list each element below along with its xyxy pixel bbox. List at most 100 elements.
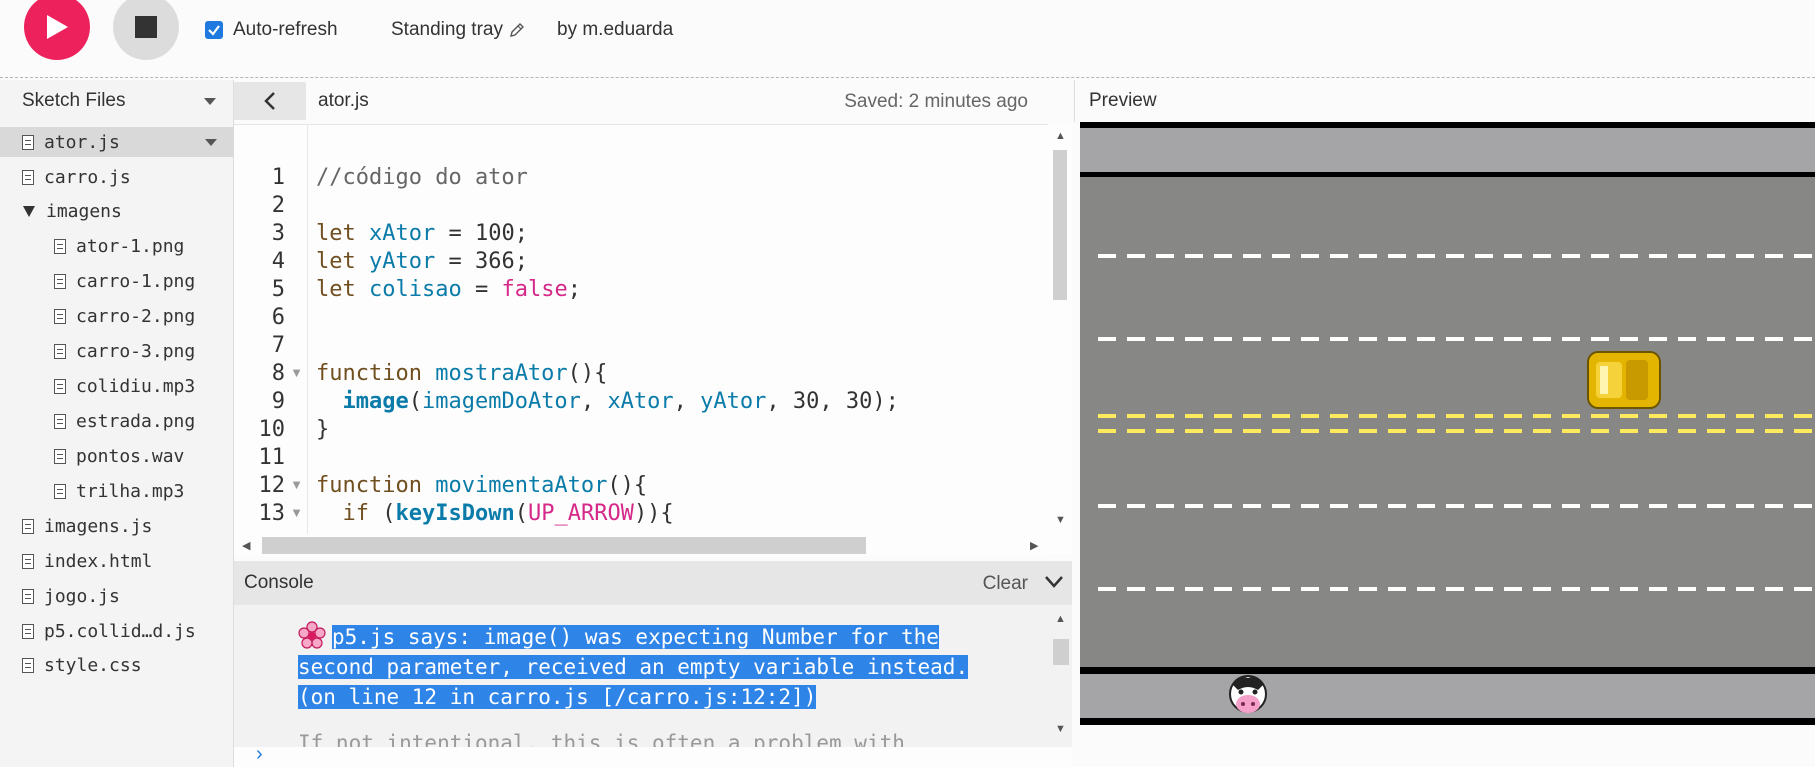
file-item-estrada-png[interactable]: estrada.png [54,406,195,436]
toolbar: Auto-refresh Standing tray by m.eduarda [0,0,1815,78]
line-number: 1 [271,165,285,190]
file-item-carro-3-png[interactable]: carro-3.png [54,336,195,366]
sidebar-title: Sketch Files [22,90,126,111]
file-icon [54,273,66,289]
line-number: 3 [271,221,285,246]
file-icon [54,448,66,464]
editor-header: ator.js Saved: 2 minutes ago [234,80,1074,122]
folder-item-label: imagens [46,200,122,222]
stop-button[interactable] [113,0,179,60]
auto-refresh-checkbox[interactable] [205,21,223,39]
file-item-p5-collide-js[interactable]: p5.collid…d.js [22,616,196,646]
file-item-carro-2-png[interactable]: carro-2.png [54,301,195,331]
flower-icon [298,621,326,649]
file-item-colidiu-mp3[interactable]: colidiu.mp3 [54,371,195,401]
file-item-label: estrada.png [76,410,196,432]
file-item-ator-js[interactable]: ator.js [0,127,234,157]
file-icon [22,518,34,534]
editor-horizontal-scrollbar[interactable]: ◀ ▶ [234,534,1048,556]
folder-item-imagens[interactable]: imagens [22,196,122,226]
top-sidewalk [1080,128,1815,172]
sketch-name-text: Standing tray [391,19,503,40]
editor-file-tab[interactable]: ator.js [318,90,369,112]
triangle-down-icon[interactable] [22,204,36,218]
file-icon [54,413,66,429]
chevron-down-icon[interactable] [204,137,218,147]
chevron-down-icon[interactable] [203,96,217,106]
saved-status: Saved: 2 minutes ago [844,91,1028,112]
file-item-carro-js[interactable]: carro.js [22,162,131,192]
file-icon [22,553,34,569]
file-item-jogo-js[interactable]: jogo.js [22,581,120,611]
file-icon [54,378,66,394]
fold-arrow-icon[interactable]: ▼ [290,505,303,520]
file-item-trilha-mp3[interactable]: trilha.mp3 [54,476,184,506]
console-message-line: (on line 12 in carro.js [/carro.js:12:2]… [298,685,817,709]
collapse-sidebar-button[interactable] [234,82,306,120]
scroll-up-icon[interactable]: ▲ [1055,130,1066,142]
file-item-label: style.css [44,654,142,676]
scrollbar-thumb[interactable] [1053,150,1067,300]
file-item-carro-1-png[interactable]: carro-1.png [54,266,195,296]
chevron-left-icon [264,92,275,110]
console-message[interactable]: p5.js says: image() was expecting Number… [298,621,1038,712]
console-clear-button[interactable]: Clear [983,573,1028,595]
sidebar-header: Sketch Files [0,80,233,122]
file-item-pontos-wav[interactable]: pontos.wav [54,441,184,471]
line-number: 7 [271,333,285,358]
line-number: 11 [258,445,286,470]
auto-refresh-label: Auto-refresh [233,19,338,40]
scroll-up-icon[interactable]: ▲ [1055,613,1066,625]
file-item-imagens-js[interactable]: imagens.js [22,511,152,541]
cow-actor [1229,675,1267,713]
code-line-12: function movimentaAtor(){ [316,473,648,498]
file-item-label: jogo.js [44,585,120,607]
auto-refresh-toggle[interactable]: Auto-refresh [205,19,338,41]
scroll-down-icon[interactable]: ▼ [1055,514,1066,526]
console-message-line: p5.js says: image() was expecting Number… [332,625,939,649]
file-item-label: carro-2.png [76,305,196,327]
scroll-right-icon[interactable]: ▶ [1030,539,1038,552]
line-number: 12 [258,473,286,498]
console-message-line: second parameter, received an empty vari… [298,655,969,679]
chevron-down-icon[interactable] [1044,575,1064,589]
file-icon [54,238,66,254]
file-item-style-css[interactable]: style.css [22,650,142,680]
line-number: 8 [271,361,285,386]
file-item-ator-1-png[interactable]: ator-1.png [54,231,184,261]
pencil-icon[interactable] [509,22,525,38]
scrollbar-thumb[interactable] [1053,639,1069,665]
file-item-label: carro-3.png [76,340,196,362]
file-item-index-html[interactable]: index.html [22,546,152,576]
stop-icon [135,16,157,38]
file-item-label: trilha.mp3 [76,480,185,502]
code-line-5: let colisao = false; [316,277,581,302]
preview-title: Preview [1089,90,1157,111]
scroll-left-icon[interactable]: ◀ [242,539,250,552]
fold-arrow-icon[interactable]: ▼ [290,477,303,492]
code-line-9: image(imagemDoAtor, xAtor, yAtor, 30, 30… [342,389,899,414]
author-link[interactable]: by m.eduarda [557,19,673,41]
code-line-4: let yAtor = 366; [316,249,528,274]
console-input[interactable]: › [234,743,1072,767]
file-icon [54,483,66,499]
file-item-label: index.html [44,550,153,572]
road [1080,177,1815,667]
game-canvas [1080,122,1815,725]
yellow-car [1587,351,1661,409]
scrollbar-thumb[interactable] [262,537,866,554]
fold-arrow-icon[interactable]: ▼ [290,365,303,380]
file-item-label: colidiu.mp3 [76,375,196,397]
console-vertical-scrollbar[interactable]: ▲ ▼ [1048,605,1072,735]
file-item-label: p5.collid…d.js [44,620,196,642]
line-number: 10 [258,417,286,442]
file-item-label: ator-1.png [76,235,185,257]
preview-canvas[interactable] [1080,122,1815,725]
line-number: 6 [271,305,285,330]
play-button[interactable] [24,0,90,60]
play-icon [47,15,68,39]
code-editor[interactable]: 1 2 3 4 5 6 7 8 ▼ 9 10 11 12 ▼ 13 ▼ //có… [234,124,1072,554]
sketch-name[interactable]: Standing tray [391,19,525,41]
editor-vertical-scrollbar[interactable]: ▲ ▼ [1048,124,1072,534]
scroll-down-icon[interactable]: ▼ [1055,723,1066,735]
